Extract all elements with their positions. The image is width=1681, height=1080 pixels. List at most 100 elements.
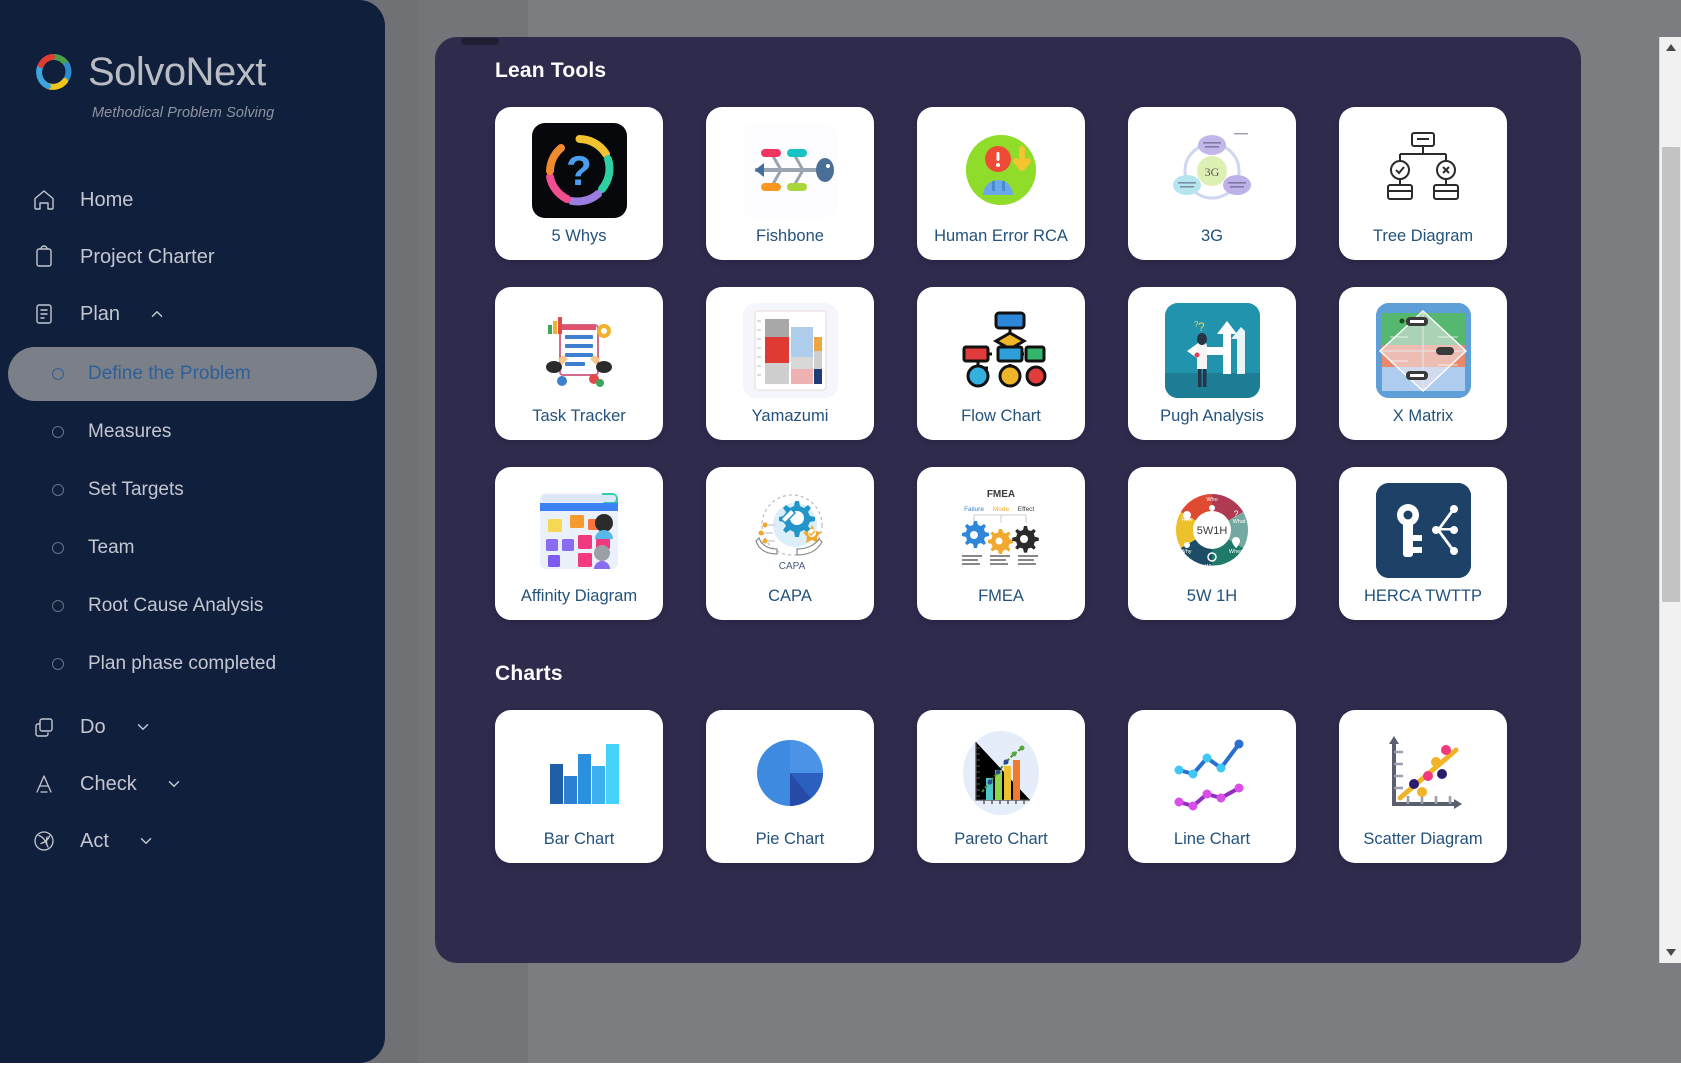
sidebar-item-do[interactable]: Do	[10, 703, 375, 751]
chevron-down-icon[interactable]	[134, 718, 152, 736]
sidebar-subitem-label: Define the Problem	[88, 363, 251, 384]
yamazumi-stacked-bar-icon	[742, 302, 838, 398]
sidebar-nav: Home Project Charter Plan Define the Pro…	[0, 176, 385, 865]
app-root: SolvoNext Methodical Problem Solving Hom…	[0, 0, 1681, 1080]
svg-text:Mode: Mode	[992, 506, 1009, 513]
svg-text:Who: Who	[1206, 497, 1217, 503]
tool-card-label: 3G	[1200, 226, 1223, 245]
sidebar-subitem-root-cause-analysis[interactable]: Root Cause Analysis	[8, 579, 377, 633]
tool-card-label: 5W 1H	[1186, 586, 1238, 605]
bar-chart-icon	[531, 725, 627, 821]
section-title-charts: Charts	[495, 662, 563, 685]
scroll-up-arrow-icon[interactable]	[1660, 37, 1681, 59]
sidebar-item-act[interactable]: Act	[10, 817, 375, 865]
chart-card-scatter-diagram[interactable]: Scatter Diagram	[1339, 710, 1507, 863]
vertical-scrollbar[interactable]	[1659, 37, 1681, 963]
scrollbar-thumb[interactable]	[1662, 147, 1680, 602]
sidebar-item-label: Do	[80, 716, 106, 738]
sidebar: SolvoNext Methodical Problem Solving Hom…	[0, 0, 385, 1063]
tool-card-herca-twttp[interactable]: HERCA TWTTP	[1339, 467, 1507, 620]
fishbone-diagram-icon	[742, 122, 838, 218]
bullet-dot-icon	[52, 426, 64, 438]
svg-text:3G: 3G	[1204, 165, 1219, 179]
scatter-diagram-icon	[1375, 725, 1471, 821]
tool-card-label: X Matrix	[1392, 406, 1454, 425]
tool-card-label: Pugh Analysis	[1160, 406, 1264, 425]
sidebar-subitem-label: Set Targets	[88, 479, 184, 500]
tool-card-affinity-diagram[interactable]: Affinity Diagram	[495, 467, 663, 620]
chevron-down-icon[interactable]	[137, 832, 155, 850]
sidebar-item-check[interactable]: Check	[10, 760, 375, 808]
five-whys-question-mark-icon: ?	[531, 122, 627, 218]
5w1h-wheel-icon: 5W1H Who What Where When Why How	[1164, 482, 1260, 578]
brand-tagline: Methodical Problem Solving	[92, 105, 275, 121]
tool-card-label: HERCA TWTTP	[1364, 586, 1482, 605]
pugh-analysis-arrows-icon: ? ?	[1164, 302, 1260, 398]
tool-card-human-error-rca[interactable]: Human Error RCA	[917, 107, 1085, 260]
chart-card-label: Bar Chart	[543, 829, 615, 848]
chart-card-pareto-chart[interactable]: Pareto Chart	[917, 710, 1085, 863]
tool-card-label: 5 Whys	[551, 226, 607, 245]
affinity-diagram-sticky-notes-icon	[531, 482, 627, 578]
tool-card-5-whys[interactable]: ? 5 Whys	[495, 107, 663, 260]
svg-text:?: ?	[1233, 509, 1238, 519]
chart-card-label: Pareto Chart	[954, 829, 1048, 848]
charts-grid: Bar Chart Pie Chart Pareto Chart Line Ch…	[495, 710, 1581, 863]
brand-name: SolvoNext	[88, 50, 266, 94]
sidebar-subitem-plan-phase-completed[interactable]: Plan phase completed	[8, 637, 377, 691]
brand: SolvoNext	[0, 0, 385, 92]
tool-card-label: Task Tracker	[532, 406, 626, 425]
chart-card-label: Line Chart	[1173, 829, 1251, 848]
sidebar-subitem-team[interactable]: Team	[8, 521, 377, 575]
tool-card-task-tracker[interactable]: Task Tracker	[495, 287, 663, 440]
chart-card-bar-chart[interactable]: Bar Chart	[495, 710, 663, 863]
sidebar-subitem-label: Measures	[88, 421, 172, 442]
svg-text:?: ?	[566, 147, 592, 194]
sidebar-subitem-set-targets[interactable]: Set Targets	[8, 463, 377, 517]
tool-card-5w-1h[interactable]: 5W1H Who What Where When Why How	[1128, 467, 1296, 620]
section-title-lean-tools: Lean Tools	[495, 59, 607, 82]
tool-card-capa[interactable]: CAPA CAPA	[706, 467, 874, 620]
chevron-up-icon[interactable]	[148, 305, 166, 323]
bullet-dot-icon	[52, 542, 64, 554]
tool-card-pugh-analysis[interactable]: ? ? Pugh Analysis	[1128, 287, 1296, 440]
svg-text:Effect: Effect	[1017, 506, 1034, 513]
tool-card-label: Tree Diagram	[1372, 226, 1474, 245]
compass-a-icon	[30, 770, 58, 798]
tool-card-label: Flow Chart	[961, 406, 1041, 425]
sidebar-subitem-define-the-problem[interactable]: Define the Problem	[8, 347, 377, 401]
tool-card-3g[interactable]: 3G 3G	[1128, 107, 1296, 260]
sidebar-item-home[interactable]: Home	[10, 176, 375, 224]
tool-card-fishbone[interactable]: Fishbone	[706, 107, 874, 260]
tree-diagram-icon	[1375, 122, 1471, 218]
panel-notch	[461, 38, 499, 45]
sidebar-item-label: Home	[80, 189, 134, 211]
sidebar-subitem-label: Root Cause Analysis	[88, 595, 264, 616]
sidebar-item-project-charter[interactable]: Project Charter	[10, 233, 375, 281]
tool-card-flow-chart[interactable]: Flow Chart	[917, 287, 1085, 440]
tool-card-tree-diagram[interactable]: Tree Diagram	[1339, 107, 1507, 260]
flow-chart-nodes-icon	[953, 302, 1049, 398]
chart-card-pie-chart[interactable]: Pie Chart	[706, 710, 874, 863]
sidebar-item-plan[interactable]: Plan	[10, 290, 375, 338]
svg-text:What: What	[1232, 519, 1245, 525]
scroll-down-arrow-icon[interactable]	[1660, 941, 1681, 963]
task-tracker-checklist-icon	[531, 302, 627, 398]
bullet-dot-icon	[52, 658, 64, 670]
chart-card-line-chart[interactable]: Line Chart	[1128, 710, 1296, 863]
chevron-down-icon[interactable]	[165, 775, 183, 793]
tool-card-label: Yamazumi	[751, 406, 829, 425]
bullet-dot-icon	[52, 368, 64, 380]
sidebar-item-label: Plan	[80, 303, 121, 325]
x-matrix-icon	[1375, 302, 1471, 398]
tool-card-label: Human Error RCA	[934, 226, 1068, 245]
tool-card-fmea[interactable]: FMEA Failure Mode Effect FMEA	[917, 467, 1085, 620]
sidebar-subitem-measures[interactable]: Measures	[8, 405, 377, 459]
tool-picker-panel: Lean Tools ? 5 Whys Fishbone Human Error…	[435, 37, 1581, 963]
line-chart-icon	[1164, 725, 1260, 821]
tool-card-x-matrix[interactable]: X Matrix	[1339, 287, 1507, 440]
bullet-dot-icon	[52, 600, 64, 612]
chart-card-label: Scatter Diagram	[1363, 829, 1483, 848]
tool-card-yamazumi[interactable]: Yamazumi	[706, 287, 874, 440]
